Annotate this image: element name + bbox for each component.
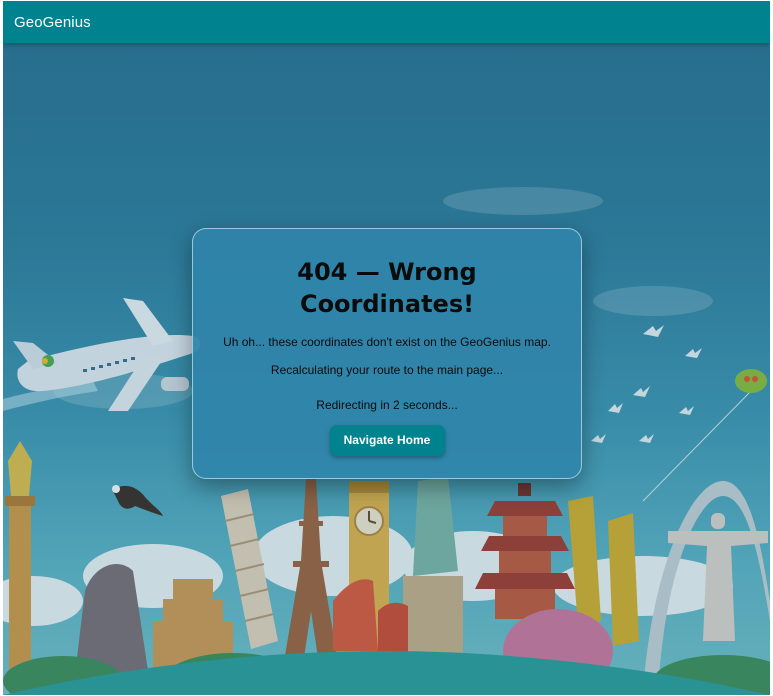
redirect-countdown: Redirecting in 2 seconds... (316, 398, 458, 412)
error-message: Uh oh... these coordinates don't exist o… (223, 335, 551, 349)
recalculating-message: Recalculating your route to the main pag… (270, 363, 504, 377)
page: GeoGenius 404 — Wrong Coordinates! Uh oh… (3, 1, 770, 695)
app-bar: GeoGenius (3, 1, 770, 43)
brand-name[interactable]: GeoGenius (14, 14, 91, 31)
navigate-home-button[interactable]: Navigate Home (329, 425, 445, 456)
error-title: 404 — Wrong Coordinates! (297, 258, 477, 318)
error-card: 404 — Wrong Coordinates! Uh oh... these … (192, 228, 582, 479)
